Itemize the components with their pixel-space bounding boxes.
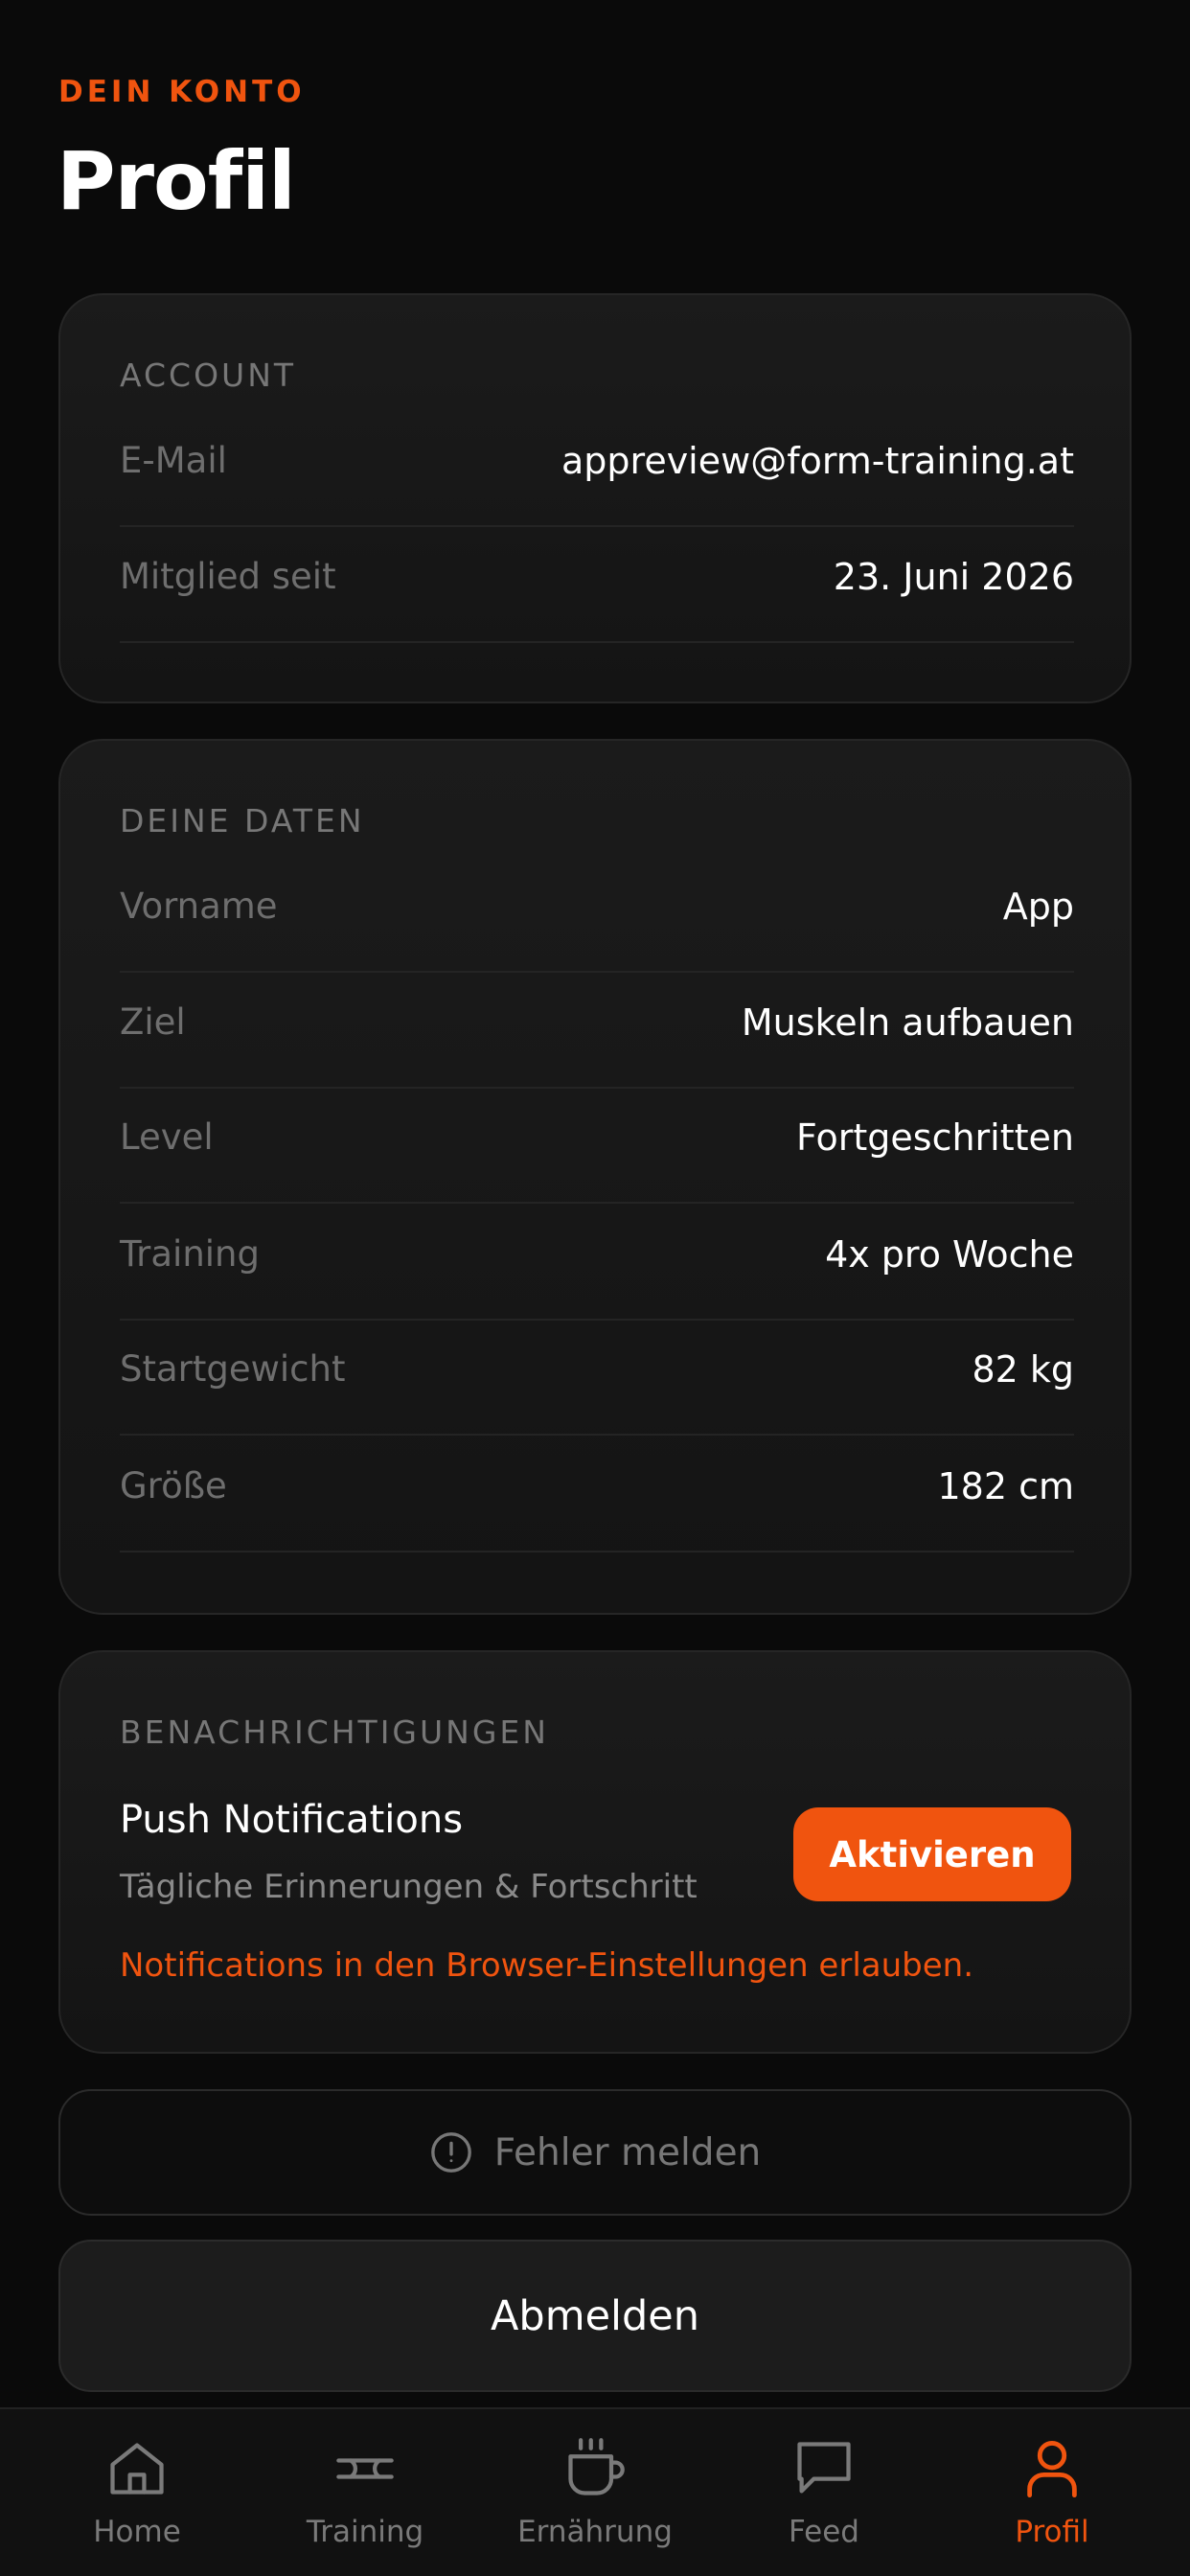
row-value: Muskeln aufbauen [741,1001,1074,1044]
bottom-tab-bar: Home Training Ernährung Feed Profil [0,2407,1190,2576]
tab-label: Feed [789,2515,859,2549]
data-row-start-weight[interactable]: Startgewicht 82 kg [120,1320,1074,1436]
account-section-label: ACCOUNT [120,356,297,394]
alert-circle-icon [430,2132,471,2173]
tab-training[interactable]: Training [250,2409,480,2576]
data-section-label: DEINE DATEN [120,802,365,840]
row-label: E-Mail [120,440,227,481]
row-label: Training [120,1233,260,1275]
notifications-section-label: BENACHRICHTIGUNGEN [120,1714,549,1751]
account-card: ACCOUNT E-Mail appreview@form-training.a… [58,293,1132,703]
row-value: 23. Juni 2026 [833,556,1074,598]
data-row-level[interactable]: Level Fortgeschritten [120,1088,1074,1204]
row-value: App [1002,886,1074,928]
notifications-warning: Notifications in den Browser-Einstellung… [120,1946,974,1985]
row-value: 4x pro Woche [825,1233,1074,1276]
activate-notifications-button[interactable]: Aktivieren [793,1807,1071,1901]
training-icon [336,2458,394,2479]
push-notifications-subtitle: Tägliche Erinnerungen & Fortschritt [120,1868,698,1906]
tab-label: Training [306,2515,424,2549]
row-value: appreview@form-training.at [561,440,1074,482]
push-notifications-title: Push Notifications [120,1798,464,1842]
report-bug-label: Fehler melden [493,2130,762,2174]
data-row-first-name[interactable]: Vorname App [120,857,1074,973]
notifications-card: BENACHRICHTIGUNGEN Push Notifications Tä… [58,1650,1132,2054]
row-label: Ziel [120,1001,186,1043]
account-row-member-since: Mitglied seit 23. Juni 2026 [120,527,1074,643]
logout-button[interactable]: Abmelden [58,2240,1132,2392]
row-label: Vorname [120,886,278,927]
row-label: Größe [120,1465,227,1506]
tab-label: Home [93,2515,181,2549]
account-row-email: E-Mail appreview@form-training.at [120,411,1074,527]
page-eyebrow: DEIN KONTO [58,75,306,109]
row-value: 82 kg [972,1348,1074,1391]
report-bug-button[interactable]: Fehler melden [58,2089,1132,2216]
chat-bubble-icon [797,2442,851,2494]
profile-screen: DEIN KONTO Profil ACCOUNT E-Mail apprevi… [0,0,1190,2576]
row-label: Startgewicht [120,1348,346,1390]
data-row-training[interactable]: Training 4x pro Woche [120,1205,1074,1321]
data-row-goal[interactable]: Ziel Muskeln aufbauen [120,973,1074,1089]
row-value: Fortgeschritten [796,1116,1074,1159]
tab-label: Ernährung [517,2515,673,2549]
tab-label: Profil [1015,2515,1089,2549]
data-row-height[interactable]: Größe 182 cm [120,1437,1074,1552]
tab-nutrition[interactable]: Ernährung [480,2409,710,2576]
tab-feed[interactable]: Feed [709,2409,939,2576]
tab-home[interactable]: Home [22,2409,252,2576]
user-icon [1027,2441,1077,2498]
row-label: Level [120,1116,214,1158]
cup-icon [568,2438,625,2496]
personal-data-card: DEINE DATEN Vorname App Ziel Muskeln auf… [58,739,1132,1615]
row-value: 182 cm [937,1465,1074,1507]
home-icon [110,2443,164,2495]
tab-profile[interactable]: Profil [937,2409,1167,2576]
row-label: Mitglied seit [120,556,336,597]
page-title: Profil [57,134,296,228]
